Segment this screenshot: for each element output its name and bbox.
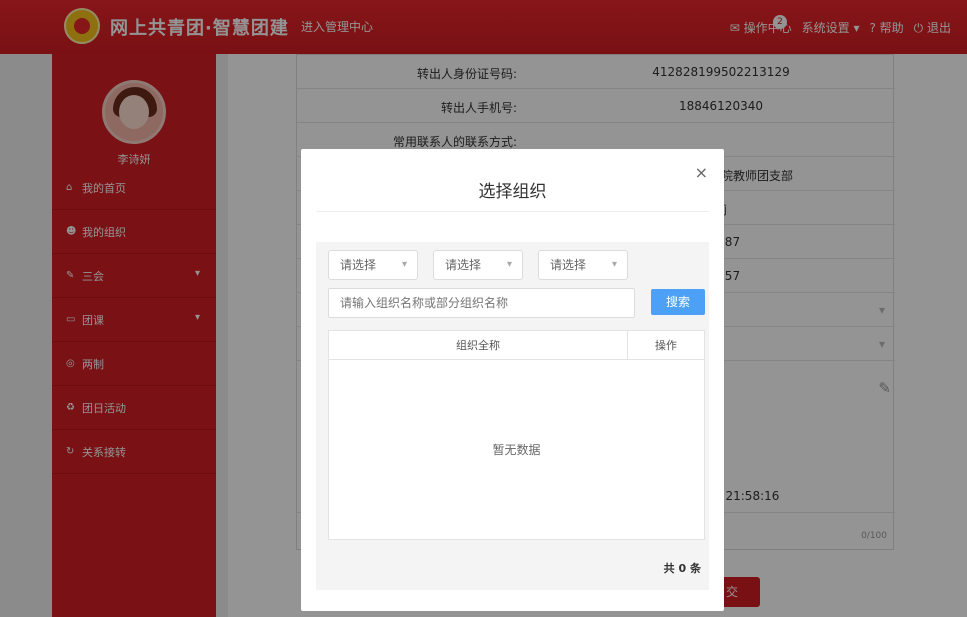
select-org-dialog: 选择组织 × 请选择 ▾ 请选择 ▾ 请选择 ▾ 搜索 组织全称 操作 暂无数据 共 … [301,149,724,611]
chevron-down-icon: ▾ [506,259,512,270]
table-header: 组织全称 操作 [329,331,704,360]
org-results-table: 组织全称 操作 暂无数据 [328,330,705,540]
chevron-down-icon: ▾ [401,259,407,270]
select-value: 请选择 [445,258,482,272]
close-icon[interactable]: × [695,163,708,182]
search-button[interactable]: 搜索 [651,289,705,315]
col-header-action: 操作 [655,339,677,352]
select-value: 请选择 [340,258,377,272]
level-3-select[interactable]: 请选择 ▾ [538,250,628,280]
total-count: 共 0 条 [663,562,701,575]
dialog-divider [316,211,709,212]
chevron-down-icon: ▾ [611,259,617,270]
col-header-org-name: 组织全称 [329,331,628,360]
org-search-panel: 请选择 ▾ 请选择 ▾ 请选择 ▾ 搜索 组织全称 操作 暂无数据 共 0 条 [316,242,709,590]
empty-state: 暂无数据 [492,443,541,457]
dialog-title: 选择组织 [478,182,547,202]
level-1-select[interactable]: 请选择 ▾ [328,250,418,280]
level-2-select[interactable]: 请选择 ▾ [433,250,523,280]
select-value: 请选择 [550,258,587,272]
org-search-input[interactable] [328,288,635,318]
